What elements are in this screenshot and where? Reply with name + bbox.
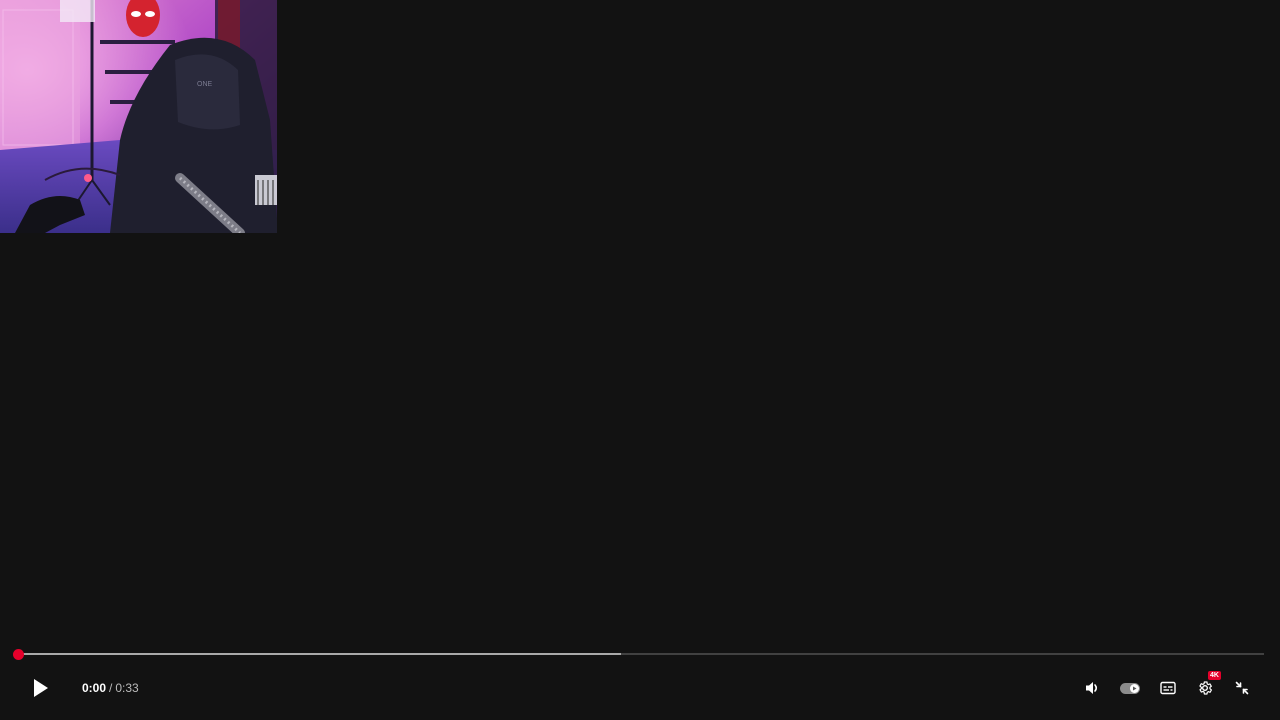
play-button[interactable] xyxy=(22,668,58,708)
scrubber-handle[interactable] xyxy=(13,649,24,660)
exit-fullscreen-icon xyxy=(1235,681,1249,695)
settings-icon xyxy=(1199,681,1212,695)
quality-badge: 4K xyxy=(1208,671,1221,680)
autoplay-toggle[interactable] xyxy=(1112,668,1148,708)
exit-fullscreen-button[interactable] xyxy=(1224,668,1260,708)
video-frame[interactable]: ONE xyxy=(0,0,277,233)
time-separator: / xyxy=(109,681,113,695)
progress-track[interactable] xyxy=(13,649,1264,660)
play-icon xyxy=(34,679,48,697)
subtitles-icon xyxy=(1160,681,1176,695)
duration: 0:33 xyxy=(115,681,139,695)
current-time: 0:00 xyxy=(82,681,107,695)
control-bar: 0:00 / 0:33 4K xyxy=(0,668,1280,708)
subtitles-button[interactable] xyxy=(1150,668,1186,708)
video-player[interactable]: ONE 0:00 / 0:33 4K xyxy=(0,0,1280,720)
svg-text:ONE: ONE xyxy=(197,81,213,88)
settings-button[interactable]: 4K xyxy=(1187,668,1223,708)
volume-icon xyxy=(1086,682,1098,694)
time-display: 0:00 / 0:33 xyxy=(82,668,139,708)
video-image: ONE xyxy=(0,0,277,233)
autoplay-toggle-icon xyxy=(1120,682,1140,694)
buffered-bar xyxy=(18,653,622,655)
seek-bar[interactable] xyxy=(12,647,1268,661)
volume-button[interactable] xyxy=(1074,668,1110,708)
